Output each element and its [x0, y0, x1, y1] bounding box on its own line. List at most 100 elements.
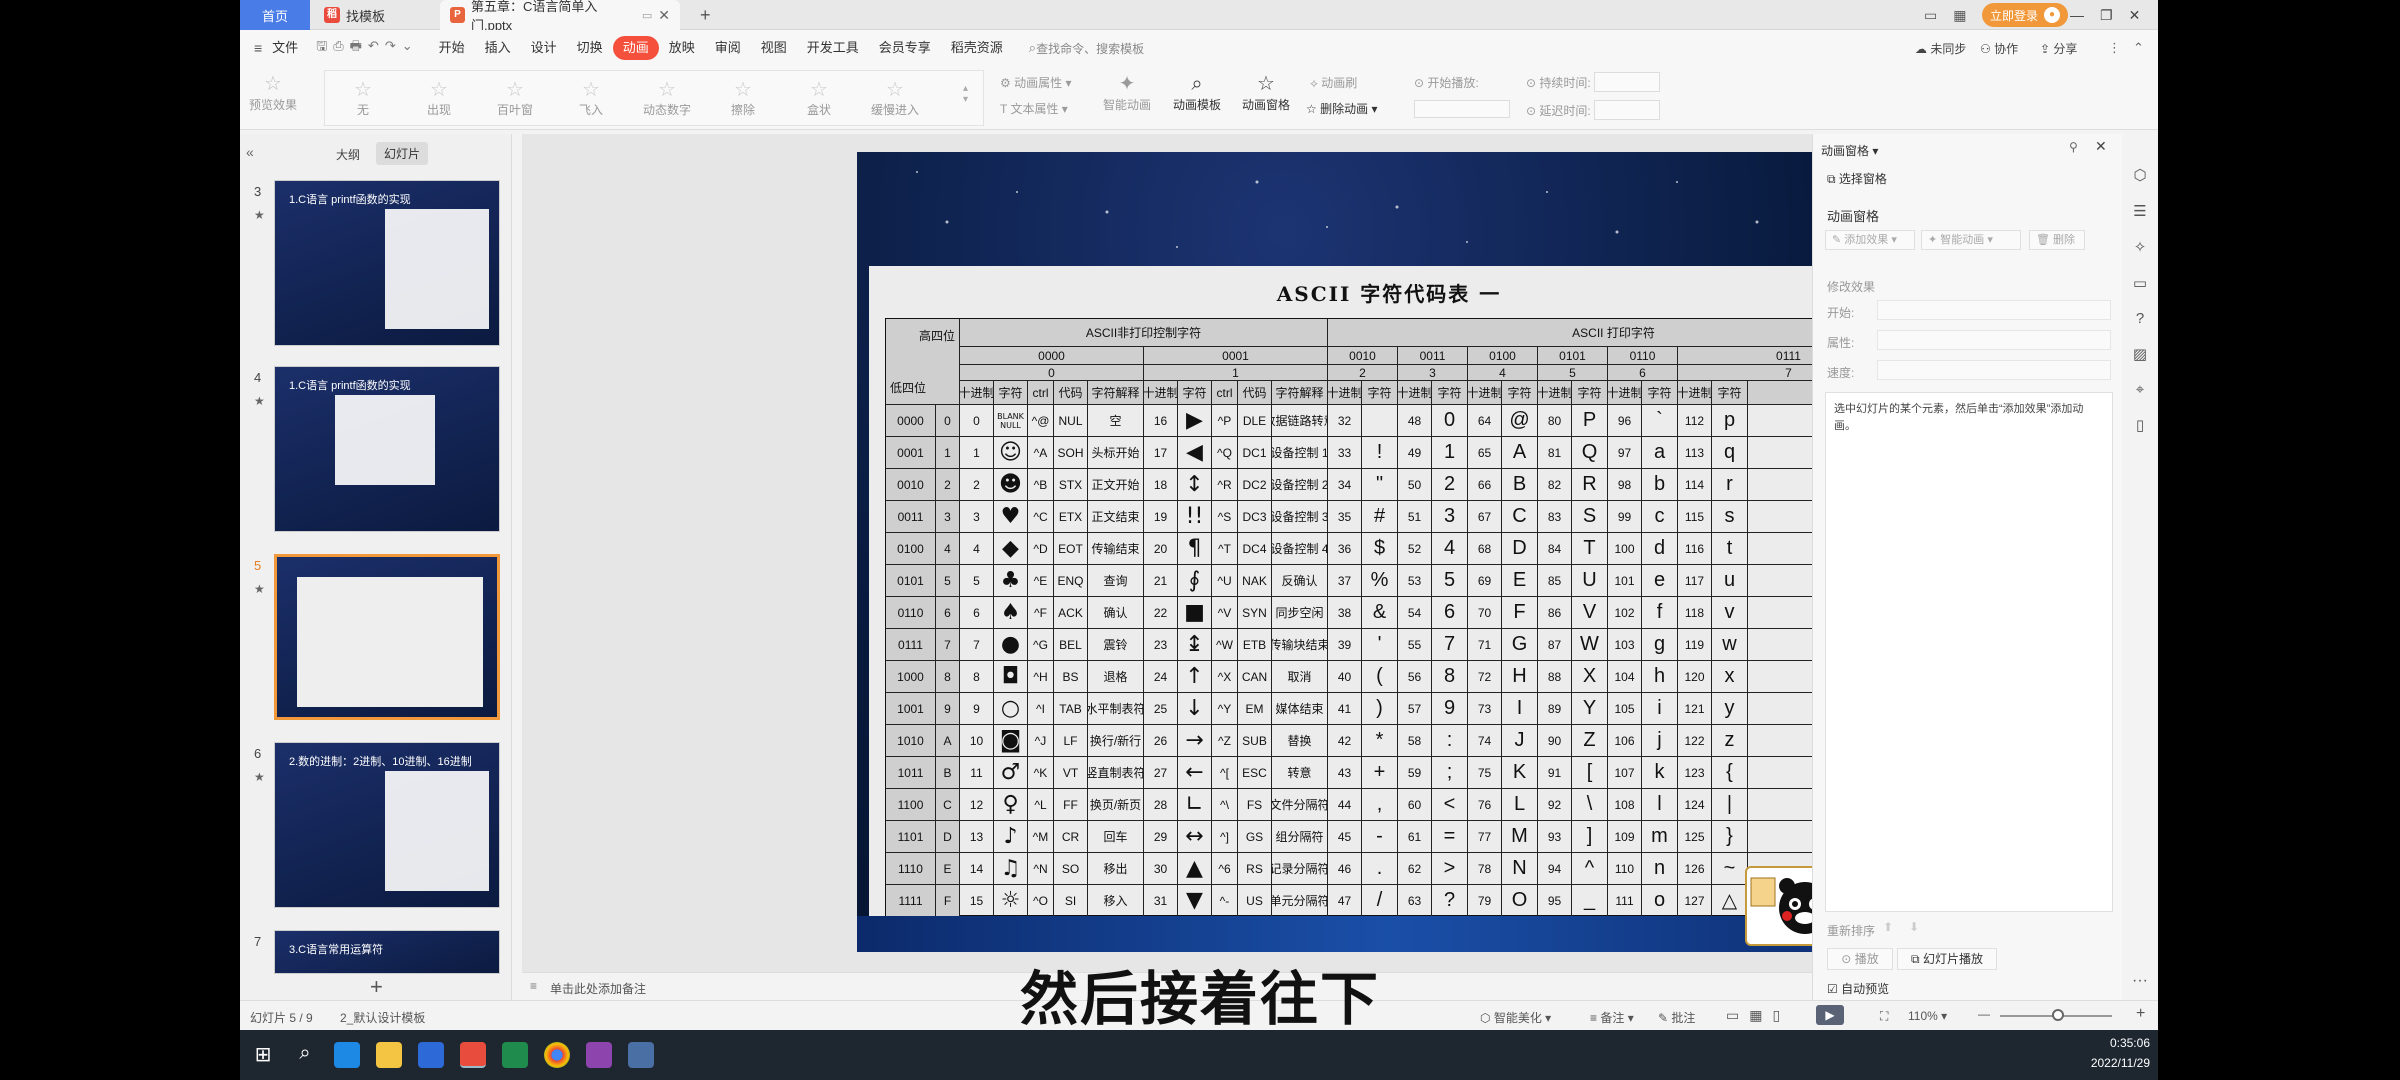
- menu-tab-6[interactable]: 审阅: [705, 36, 751, 60]
- gallery-scroll[interactable]: ▴ ▾: [963, 71, 983, 125]
- close-tab-icon[interactable]: ✕: [658, 7, 670, 24]
- close-icon[interactable]: ✕: [2129, 7, 2141, 24]
- slide-5[interactable]: ASCII 字符代码表 一 高四位 低四位 ASCII非打印控制字符 ASCII 打印…: [857, 152, 1921, 952]
- menu-tab-10[interactable]: 稻壳资源: [941, 36, 1013, 60]
- store-icon[interactable]: [418, 1042, 444, 1068]
- speed-select[interactable]: [1877, 360, 2111, 380]
- collapse-ribbon-icon[interactable]: ⌃: [2133, 40, 2144, 56]
- tab-template[interactable]: 稻 找模板: [314, 0, 434, 30]
- search-icon[interactable]: ⌕: [1029, 40, 1036, 56]
- duration-input[interactable]: [1594, 72, 1660, 92]
- menu-tab-1[interactable]: 插入: [475, 36, 521, 60]
- command-search[interactable]: 查找命令、搜索模板: [1036, 40, 1144, 57]
- menu-tab-4[interactable]: 动画: [612, 36, 659, 60]
- move-up-icon[interactable]: ⬆: [1883, 920, 1893, 934]
- attr-select[interactable]: [1877, 330, 2111, 350]
- pin-pane-icon[interactable]: ⚲: [2069, 140, 2078, 154]
- select-pane-button[interactable]: ⧉ 选择窗格: [1827, 170, 1887, 187]
- pane-title[interactable]: 动画窗格 ▾: [1821, 142, 1878, 159]
- anim-attr-button[interactable]: ⚙ 动画属性 ▾: [1000, 74, 1071, 91]
- delete-anim-button[interactable]: ☆ 删除动画 ▾: [1306, 100, 1377, 117]
- tab-document[interactable]: P 第五章：C语言简单入门.pptx ▭ ✕: [440, 0, 680, 33]
- view-switcher[interactable]: ▭▦▯: [1726, 1007, 1790, 1024]
- add-effect-button[interactable]: ✎ 添加效果 ▾: [1825, 230, 1915, 250]
- file-explorer-icon[interactable]: [376, 1042, 402, 1068]
- slide-thumbnail[interactable]: 1.C语言 printf函数的实现: [274, 366, 500, 532]
- collapse-panel-icon[interactable]: «: [246, 144, 254, 160]
- slide-thumbnail[interactable]: 1.C语言 printf函数的实现: [274, 180, 500, 346]
- close-pane-icon[interactable]: ✕: [2095, 138, 2107, 155]
- image-icon[interactable]: ▨: [2133, 345, 2147, 363]
- menu-tab-2[interactable]: 设计: [521, 36, 567, 60]
- quick-access-toolbar[interactable]: 🖫⎙🖶↶↷⌄: [316, 37, 418, 59]
- smart-anim-pane-button[interactable]: ✦ 智能动画 ▾: [1921, 230, 2021, 250]
- layout-icon[interactable]: ▭: [1924, 7, 1937, 24]
- menu-tab-3[interactable]: 切换: [567, 36, 613, 60]
- menu-tab-9[interactable]: 会员专享: [869, 36, 941, 60]
- beautify-button[interactable]: ⬡ 智能美化 ▾: [1480, 1009, 1551, 1026]
- book-icon[interactable]: ▯: [2136, 416, 2144, 434]
- location-icon[interactable]: ⌖: [2136, 381, 2144, 398]
- anim-template-button[interactable]: ⌕ 动画模板: [1166, 72, 1228, 113]
- move-down-icon[interactable]: ⬇: [1909, 920, 1919, 934]
- add-slide-button[interactable]: +: [370, 974, 383, 1000]
- animation-pin-icon[interactable]: ✧: [2134, 238, 2147, 256]
- template-name[interactable]: 2_默认设计模板: [340, 1009, 425, 1026]
- tab-outline[interactable]: 大纲: [336, 146, 360, 163]
- shape-style-icon[interactable]: ⬡: [2133, 166, 2146, 184]
- play-button[interactable]: ⊙ 播放: [1827, 948, 1893, 970]
- restore-icon[interactable]: ❐: [2100, 7, 2113, 24]
- zoom-slider-thumb[interactable]: [2052, 1009, 2064, 1021]
- help-icon[interactable]: ?: [2136, 310, 2144, 327]
- zoom-in-icon[interactable]: +: [2136, 1005, 2145, 1023]
- menu-tab-8[interactable]: 开发工具: [797, 36, 869, 60]
- menu-tab-7[interactable]: 视图: [751, 36, 797, 60]
- slide-thumbnail[interactable]: [274, 554, 500, 720]
- anim-pane-button[interactable]: ☆ 动画窗格: [1238, 72, 1294, 113]
- wps-taskbar-icon[interactable]: [460, 1042, 486, 1068]
- search-taskbar-icon[interactable]: ⌕: [292, 1042, 318, 1068]
- anim-brush-button[interactable]: ⟡ 动画刷: [1310, 74, 1357, 91]
- sync-status[interactable]: ☁ 未同步: [1915, 40, 1966, 57]
- windows-start-icon[interactable]: ⊞: [250, 1042, 276, 1068]
- minimize-icon[interactable]: —: [2070, 7, 2084, 23]
- comment-button[interactable]: ✎ 批注: [1658, 1009, 1695, 1026]
- more-icon[interactable]: ⋮: [2108, 40, 2121, 56]
- calculator-icon[interactable]: [628, 1042, 654, 1068]
- login-button[interactable]: 立即登录 ●: [1982, 3, 2069, 27]
- start-select[interactable]: [1877, 300, 2111, 320]
- slide-switch-icon[interactable]: ▭: [2133, 274, 2147, 292]
- effect-option[interactable]: ☆ 出现: [401, 71, 477, 125]
- zoom-out-icon[interactable]: —: [1978, 1007, 1990, 1021]
- zoom-level[interactable]: 110% ▾: [1908, 1009, 1947, 1023]
- excel-icon[interactable]: [502, 1042, 528, 1068]
- tab-slides[interactable]: 幻灯片: [376, 142, 429, 165]
- effect-option[interactable]: ☆ 动态数字: [629, 71, 705, 125]
- effect-option[interactable]: ☆ 百叶窗: [477, 71, 553, 125]
- start-play-field[interactable]: ⊙ 开始播放:: [1414, 74, 1479, 91]
- more-tools-icon[interactable]: ···: [2132, 972, 2148, 990]
- preview-effect-button[interactable]: ☆ 预览效果: [248, 72, 298, 113]
- menu-tab-0[interactable]: 开始: [429, 36, 475, 60]
- collab-button[interactable]: ⚇ 协作: [1980, 40, 2018, 57]
- menu-tab-5[interactable]: 放映: [659, 36, 705, 60]
- slideshow-button[interactable]: ⧉ 幻灯片播放: [1897, 948, 1997, 970]
- effect-option[interactable]: ☆ 无: [325, 71, 401, 125]
- audio-app-icon[interactable]: [586, 1042, 612, 1068]
- play-slideshow-button[interactable]: ▶: [1816, 1005, 1844, 1025]
- smart-anim-button[interactable]: ✦ 智能动画: [1096, 72, 1158, 113]
- effect-option[interactable]: ☆ 盒状: [781, 71, 857, 125]
- slide-thumbnail[interactable]: 2.数的进制：2进制、10进制、16进制: [274, 742, 500, 908]
- autopreview-checkbox[interactable]: ☑ 自动预览: [1827, 980, 1889, 997]
- start-play-select[interactable]: [1414, 100, 1510, 118]
- effect-option[interactable]: ☆ 擦除: [705, 71, 781, 125]
- hamburger-icon[interactable]: ≡: [254, 40, 262, 56]
- fit-window-icon[interactable]: ⛶: [1880, 1009, 1888, 1024]
- delete-effect-button[interactable]: 🗑 删除: [2029, 230, 2085, 250]
- slide-thumbnail[interactable]: 3.C语言常用运算符: [274, 930, 500, 974]
- edge-browser-icon[interactable]: [334, 1042, 360, 1068]
- text-attr-button[interactable]: T 文本属性 ▾: [1000, 100, 1068, 117]
- tab-home[interactable]: 首页: [240, 0, 310, 30]
- chrome-icon[interactable]: [544, 1042, 570, 1068]
- grid-icon[interactable]: ▦: [1953, 7, 1966, 24]
